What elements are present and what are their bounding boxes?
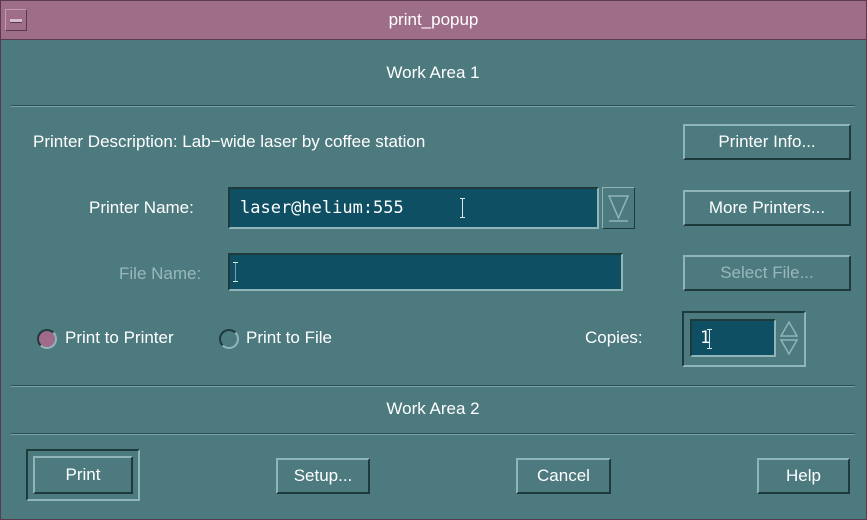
work-area-1-label: Work Area 1 xyxy=(386,63,480,82)
text-cursor-icon xyxy=(460,198,465,218)
divider xyxy=(11,433,855,435)
printer-description-value: Lab−wide laser by coffee station xyxy=(182,132,426,151)
cancel-button[interactable]: Cancel xyxy=(516,458,611,494)
copies-input[interactable] xyxy=(692,321,774,355)
chevron-down-glyph xyxy=(607,195,630,222)
work-area-2-label: Work Area 2 xyxy=(386,399,480,418)
file-name-label: File Name: xyxy=(119,264,202,283)
printer-name-label: Printer Name: xyxy=(89,198,194,217)
copies-field[interactable] xyxy=(690,319,776,357)
spinner-arrows-icon[interactable] xyxy=(778,319,800,357)
setup-button[interactable]: Setup... xyxy=(276,458,370,494)
print-to-file-radio[interactable] xyxy=(219,329,239,349)
more-printers-button[interactable]: More Printers... xyxy=(683,190,851,226)
printer-name-field[interactable] xyxy=(228,187,599,229)
print-to-printer-radio[interactable] xyxy=(37,329,57,349)
title-bar[interactable]: print_popup xyxy=(1,1,866,40)
print-dialog: print_popup Work Area 1 Printer Descript… xyxy=(0,0,867,520)
printer-description-key: Printer Description: xyxy=(33,132,178,151)
printer-description-label: Printer Description: Lab−wide laser by c… xyxy=(33,132,425,152)
printer-info-button[interactable]: Printer Info... xyxy=(683,124,851,160)
select-file-button[interactable]: Select File... xyxy=(683,255,851,291)
text-cursor-icon xyxy=(707,329,712,349)
text-cursor-icon xyxy=(233,262,238,282)
print-to-file-label[interactable]: Print to File xyxy=(246,328,332,348)
help-button[interactable]: Help xyxy=(757,458,850,494)
print-to-printer-label[interactable]: Print to Printer xyxy=(65,328,174,348)
divider xyxy=(11,105,855,107)
chevron-down-icon[interactable] xyxy=(602,187,635,229)
print-button[interactable]: Print xyxy=(33,456,133,494)
window-title: print_popup xyxy=(388,10,479,29)
divider xyxy=(11,385,855,387)
file-name-input[interactable] xyxy=(230,255,621,289)
spinner-arrows-glyph xyxy=(779,320,799,356)
copies-label: Copies: xyxy=(585,328,643,347)
printer-name-input[interactable] xyxy=(230,189,597,227)
file-name-field[interactable] xyxy=(228,253,623,291)
